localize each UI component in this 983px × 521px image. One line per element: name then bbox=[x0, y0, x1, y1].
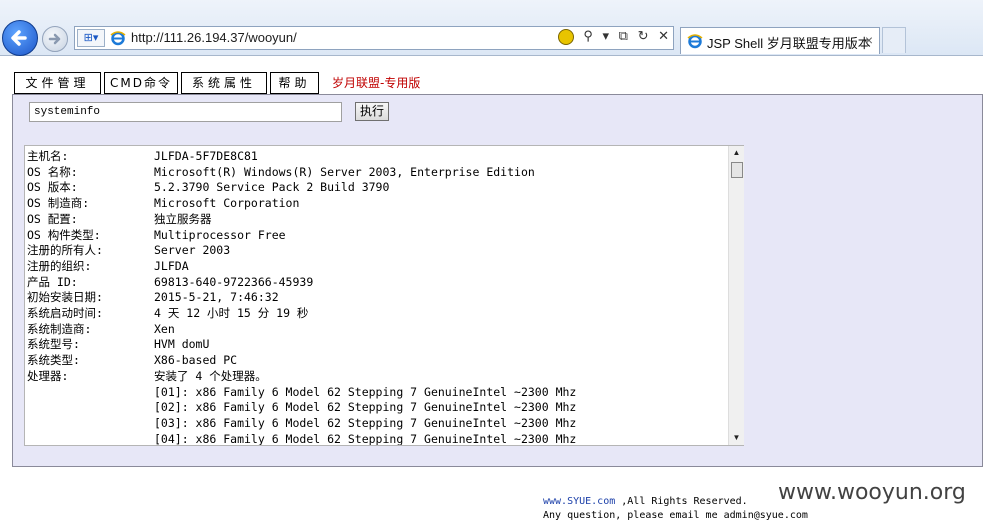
output-key: OS 版本: bbox=[27, 180, 78, 195]
back-button[interactable] bbox=[2, 20, 38, 56]
menu-system-properties[interactable]: 系统属性 bbox=[181, 72, 267, 94]
tab-jsp-shell[interactable]: JSP Shell 岁月联盟专用版本 × bbox=[680, 27, 880, 54]
output-key: 注册的组织: bbox=[27, 258, 92, 273]
output-key: 系统启动时间: bbox=[27, 306, 103, 320]
footer-copyright: www.SYUE.com ,All Rights Reserved. bbox=[543, 496, 748, 507]
output-value: 5.2.3790 Service Pack 2 Build 3790 bbox=[154, 180, 390, 195]
output-value: HVM domU bbox=[154, 337, 210, 352]
execute-button[interactable]: 执行 bbox=[355, 102, 389, 121]
output-key: 系统型号: bbox=[27, 337, 80, 352]
output-value: JLFDA bbox=[154, 258, 189, 273]
refresh-icon[interactable]: ↻ bbox=[638, 28, 649, 44]
menu-file-manager[interactable]: 文件管理 bbox=[14, 72, 101, 94]
footer-contact: Any question, please email me admin@syue… bbox=[543, 510, 808, 521]
output-value: Server 2003 bbox=[154, 243, 231, 258]
output-key: 系统制造商: bbox=[27, 321, 92, 336]
output-key: 注册的所有人: bbox=[27, 243, 103, 258]
output-value: Xen bbox=[154, 321, 175, 336]
tab-ie-icon bbox=[687, 34, 703, 49]
new-tab-button[interactable] bbox=[882, 27, 906, 53]
output-value: 独立服务器 bbox=[154, 211, 212, 226]
output-key: OS 制造商: bbox=[27, 196, 90, 211]
scroll-thumb[interactable] bbox=[731, 162, 743, 178]
output-value: [04]: x86 Family 6 Model 62 Stepping 7 G… bbox=[154, 431, 577, 446]
close-tab-icon[interactable]: × bbox=[865, 32, 873, 48]
address-tools: ⚲ ▾ ⧉ ↻ ✕ bbox=[552, 28, 669, 48]
output-value: 4 天 12 小时 15 分 19 秒 bbox=[154, 306, 309, 320]
output-value: Microsoft(R) Windows(R) Server 2003, Ent… bbox=[154, 164, 535, 179]
addon-icon[interactable] bbox=[557, 28, 574, 45]
footer-rights: ,All Rights Reserved. bbox=[615, 496, 748, 507]
output-value: 69813-640-9722366-45939 bbox=[154, 274, 314, 289]
command-input[interactable] bbox=[29, 102, 342, 122]
brand-label: 岁月联盟-专用版 bbox=[332, 76, 421, 90]
search-icon[interactable]: ⚲ bbox=[583, 28, 593, 44]
output-value: X86-based PC bbox=[154, 353, 238, 368]
scroll-up-icon[interactable]: ▲ bbox=[729, 146, 744, 160]
output-key: 系统类型: bbox=[27, 353, 80, 368]
output-value: [03]: x86 Family 6 Model 62 Stepping 7 G… bbox=[154, 415, 577, 430]
output-key: 处理器: bbox=[27, 368, 69, 383]
url-text[interactable]: http://111.26.194.37/wooyun/ bbox=[131, 30, 297, 45]
menu-help[interactable]: 帮助 bbox=[270, 72, 319, 94]
address-bar[interactable]: ⊞▾ http://111.26.194.37/wooyun/ ⚲ ▾ ⧉ ↻ … bbox=[74, 26, 674, 50]
footer-link[interactable]: www.SYUE.com bbox=[543, 496, 615, 507]
browser-toolbar: ⊞▾ http://111.26.194.37/wooyun/ ⚲ ▾ ⧉ ↻ … bbox=[0, 0, 983, 56]
output-value: Multiprocessor Free bbox=[154, 227, 286, 242]
output-value: 2015-5-21, 7:46:32 bbox=[154, 290, 279, 305]
forward-arrow-icon bbox=[48, 33, 61, 45]
output-value: JLFDA-5F7DE8C81 bbox=[154, 149, 258, 163]
menu-cmd[interactable]: CMD命令 bbox=[104, 72, 178, 94]
output-key: 产品 ID: bbox=[27, 274, 78, 289]
watermark: www.wooyun.org bbox=[778, 480, 966, 505]
add-favorite-icon[interactable]: ⊞▾ bbox=[77, 29, 105, 47]
ie-logo-icon bbox=[110, 31, 126, 46]
output-key: OS 名称: bbox=[27, 164, 78, 179]
output-key: 主机名: bbox=[27, 149, 69, 163]
scroll-down-icon[interactable]: ▼ bbox=[729, 431, 744, 445]
back-arrow-icon bbox=[11, 30, 27, 46]
compat-view-icon[interactable]: ⧉ bbox=[619, 28, 628, 44]
output-key: OS 配置: bbox=[27, 211, 78, 226]
tab-title: JSP Shell 岁月联盟专用版本 bbox=[707, 36, 871, 51]
dropdown-icon[interactable]: ▾ bbox=[602, 28, 609, 44]
command-output[interactable]: 主机名: JLFDA-5F7DE8C81 OS 名称: Microsoft(R) Wi… bbox=[24, 145, 744, 446]
output-value: [02]: x86 Family 6 Model 62 Stepping 7 G… bbox=[154, 400, 577, 415]
output-value: Microsoft Corporation bbox=[154, 196, 300, 211]
forward-button[interactable] bbox=[42, 26, 68, 52]
output-value: [01]: x86 Family 6 Model 62 Stepping 7 G… bbox=[154, 384, 577, 399]
output-scrollbar[interactable]: ▲ ▼ bbox=[728, 146, 744, 445]
output-value: 安装了 4 个处理器。 bbox=[154, 368, 267, 383]
stop-icon[interactable]: ✕ bbox=[658, 28, 669, 44]
output-key: OS 构件类型: bbox=[27, 227, 101, 242]
output-key: 初始安装日期: bbox=[27, 290, 103, 305]
